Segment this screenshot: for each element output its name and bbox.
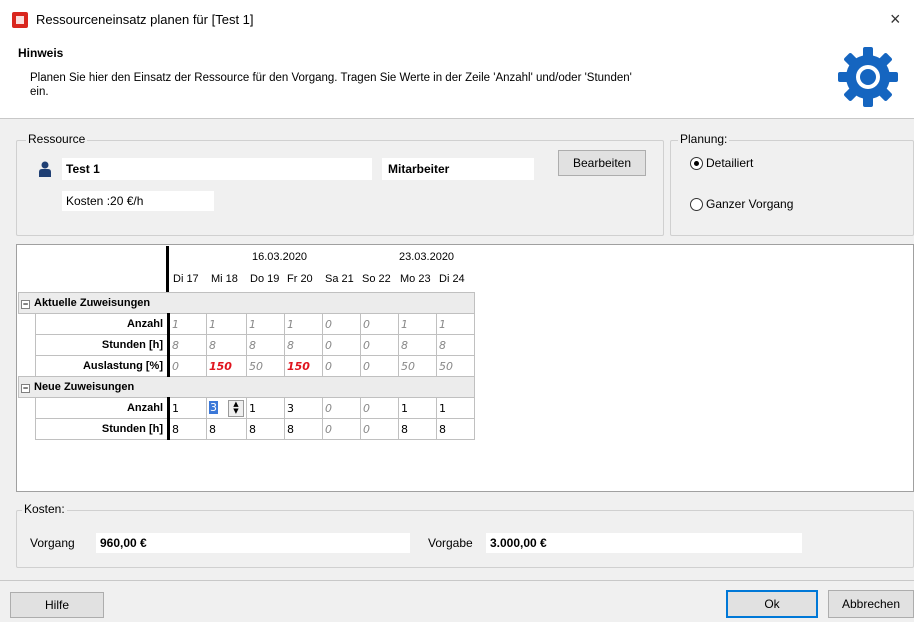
cell-input[interactable]: 8 xyxy=(284,418,323,440)
selected-value[interactable]: 3 xyxy=(209,401,218,414)
cell-overload: 150 xyxy=(206,355,247,377)
task-cost-label: Vorgang xyxy=(30,536,75,550)
table-row: Stunden [h] 8 8 8 8 0 0 8 8 xyxy=(19,418,475,440)
day-header: Do 19 xyxy=(250,273,280,285)
resource-cost: Kosten :20 €/h xyxy=(66,194,144,208)
grid-divider xyxy=(166,246,169,292)
section-current-assignments[interactable]: − Aktuelle Zuweisungen xyxy=(18,292,475,314)
close-icon[interactable]: × xyxy=(890,9,901,30)
cell-input-active[interactable]: 3 ▲ ▼ xyxy=(206,397,247,419)
resource-legend: Ressource xyxy=(26,132,88,146)
person-icon xyxy=(39,161,51,177)
cell: 1 xyxy=(398,313,437,335)
gear-icon xyxy=(838,47,898,107)
row-label: Anzahl xyxy=(35,397,169,419)
table-row: Stunden [h] 8 8 8 8 0 0 8 8 xyxy=(19,334,475,356)
collapse-icon[interactable]: − xyxy=(21,300,30,309)
day-header: Mi 18 xyxy=(211,273,238,285)
cell: 1 xyxy=(284,313,323,335)
help-button[interactable]: Hilfe xyxy=(10,592,104,618)
spinner-icon[interactable]: ▲ ▼ xyxy=(228,399,244,417)
budget-label: Vorgabe xyxy=(428,536,473,550)
day-header: Sa 21 xyxy=(325,273,354,285)
week-date-header: 16.03.2020 xyxy=(252,251,308,263)
week-date-header: 23.03.2020 xyxy=(399,251,455,263)
cell: 8 xyxy=(206,334,247,356)
separator xyxy=(0,580,914,581)
cell: 8 xyxy=(284,334,323,356)
cell-input[interactable]: 8 xyxy=(398,418,437,440)
cell: 0 xyxy=(322,334,361,356)
day-header: Fr 20 xyxy=(287,273,313,285)
cell: 1 xyxy=(206,313,247,335)
edit-button[interactable]: Bearbeiten xyxy=(558,150,646,176)
cell: 0 xyxy=(167,355,207,377)
cell-input[interactable]: 0 xyxy=(360,418,399,440)
table-row: Anzahl 1 1 1 1 0 0 1 1 xyxy=(19,313,475,335)
planning-group xyxy=(670,140,914,236)
radio-detailed-label[interactable]: Detailiert xyxy=(706,156,753,170)
cell: 1 xyxy=(436,313,475,335)
budget-value: 3.000,00 € xyxy=(490,536,547,550)
cell-input[interactable]: 8 xyxy=(167,418,207,440)
ok-button[interactable]: Ok xyxy=(726,590,818,618)
cell: 1 xyxy=(246,313,285,335)
window-title: Ressourceneinsatz planen für [Test 1] xyxy=(36,12,254,27)
cell-input[interactable]: 3 xyxy=(284,397,323,419)
cancel-button[interactable]: Abbrechen xyxy=(828,590,914,618)
cell-input[interactable]: 8 xyxy=(206,418,247,440)
cell: 8 xyxy=(246,334,285,356)
task-cost-value: 960,00 € xyxy=(100,536,147,550)
resource-type: Mitarbeiter xyxy=(388,162,450,176)
resource-name-field xyxy=(62,158,372,180)
row-label: Stunden [h] xyxy=(35,334,169,356)
cell-input[interactable]: 0 xyxy=(322,418,361,440)
cell: 50 xyxy=(436,355,475,377)
section-label: Aktuelle Zuweisungen xyxy=(34,297,151,309)
planning-legend: Planung: xyxy=(678,132,730,146)
cell: 0 xyxy=(322,355,361,377)
assignment-table: − Aktuelle Zuweisungen Anzahl 1 1 1 1 0 0… xyxy=(18,292,475,440)
day-header: Di 24 xyxy=(439,273,465,285)
row-label: Anzahl xyxy=(35,313,169,335)
cell-input[interactable]: 1 xyxy=(167,397,207,419)
row-label: Stunden [h] xyxy=(35,418,169,440)
hint-title: Hinweis xyxy=(18,46,64,60)
section-label: Neue Zuweisungen xyxy=(34,381,135,393)
hint-text: Planen Sie hier den Einsatz der Ressourc… xyxy=(30,72,632,98)
radio-whole-task[interactable] xyxy=(690,198,703,211)
table-row: Auslastung [%] 0 150 50 150 0 0 50 50 xyxy=(19,355,475,377)
cell-input[interactable]: 0 xyxy=(322,397,361,419)
cell: 8 xyxy=(398,334,437,356)
app-icon xyxy=(12,12,28,28)
resource-name: Test 1 xyxy=(66,162,100,176)
costs-legend: Kosten: xyxy=(22,502,67,516)
radio-detailed[interactable] xyxy=(690,157,703,170)
cell: 0 xyxy=(360,334,399,356)
cell: 0 xyxy=(360,313,399,335)
collapse-icon[interactable]: − xyxy=(21,384,30,393)
cell: 0 xyxy=(360,355,399,377)
cell-input[interactable]: 1 xyxy=(398,397,437,419)
day-header: Di 17 xyxy=(173,273,199,285)
cell: 1 xyxy=(167,313,207,335)
cell: 8 xyxy=(436,334,475,356)
cell-input[interactable]: 8 xyxy=(436,418,475,440)
cell: 0 xyxy=(322,313,361,335)
cell-input[interactable]: 1 xyxy=(436,397,475,419)
cell-input[interactable]: 8 xyxy=(246,418,285,440)
cell: 50 xyxy=(398,355,437,377)
cell-input[interactable]: 1 xyxy=(246,397,285,419)
day-header: Mo 23 xyxy=(400,273,431,285)
day-header: So 22 xyxy=(362,273,391,285)
table-row: Anzahl 1 3 ▲ ▼ 1 3 0 0 1 1 xyxy=(19,397,475,419)
cell: 50 xyxy=(246,355,285,377)
cell-input[interactable]: 0 xyxy=(360,397,399,419)
section-new-assignments[interactable]: − Neue Zuweisungen xyxy=(18,376,475,398)
separator xyxy=(0,118,914,119)
row-label: Auslastung [%] xyxy=(35,355,169,377)
cell-overload: 150 xyxy=(284,355,323,377)
cell: 8 xyxy=(167,334,207,356)
radio-whole-task-label[interactable]: Ganzer Vorgang xyxy=(706,197,793,211)
